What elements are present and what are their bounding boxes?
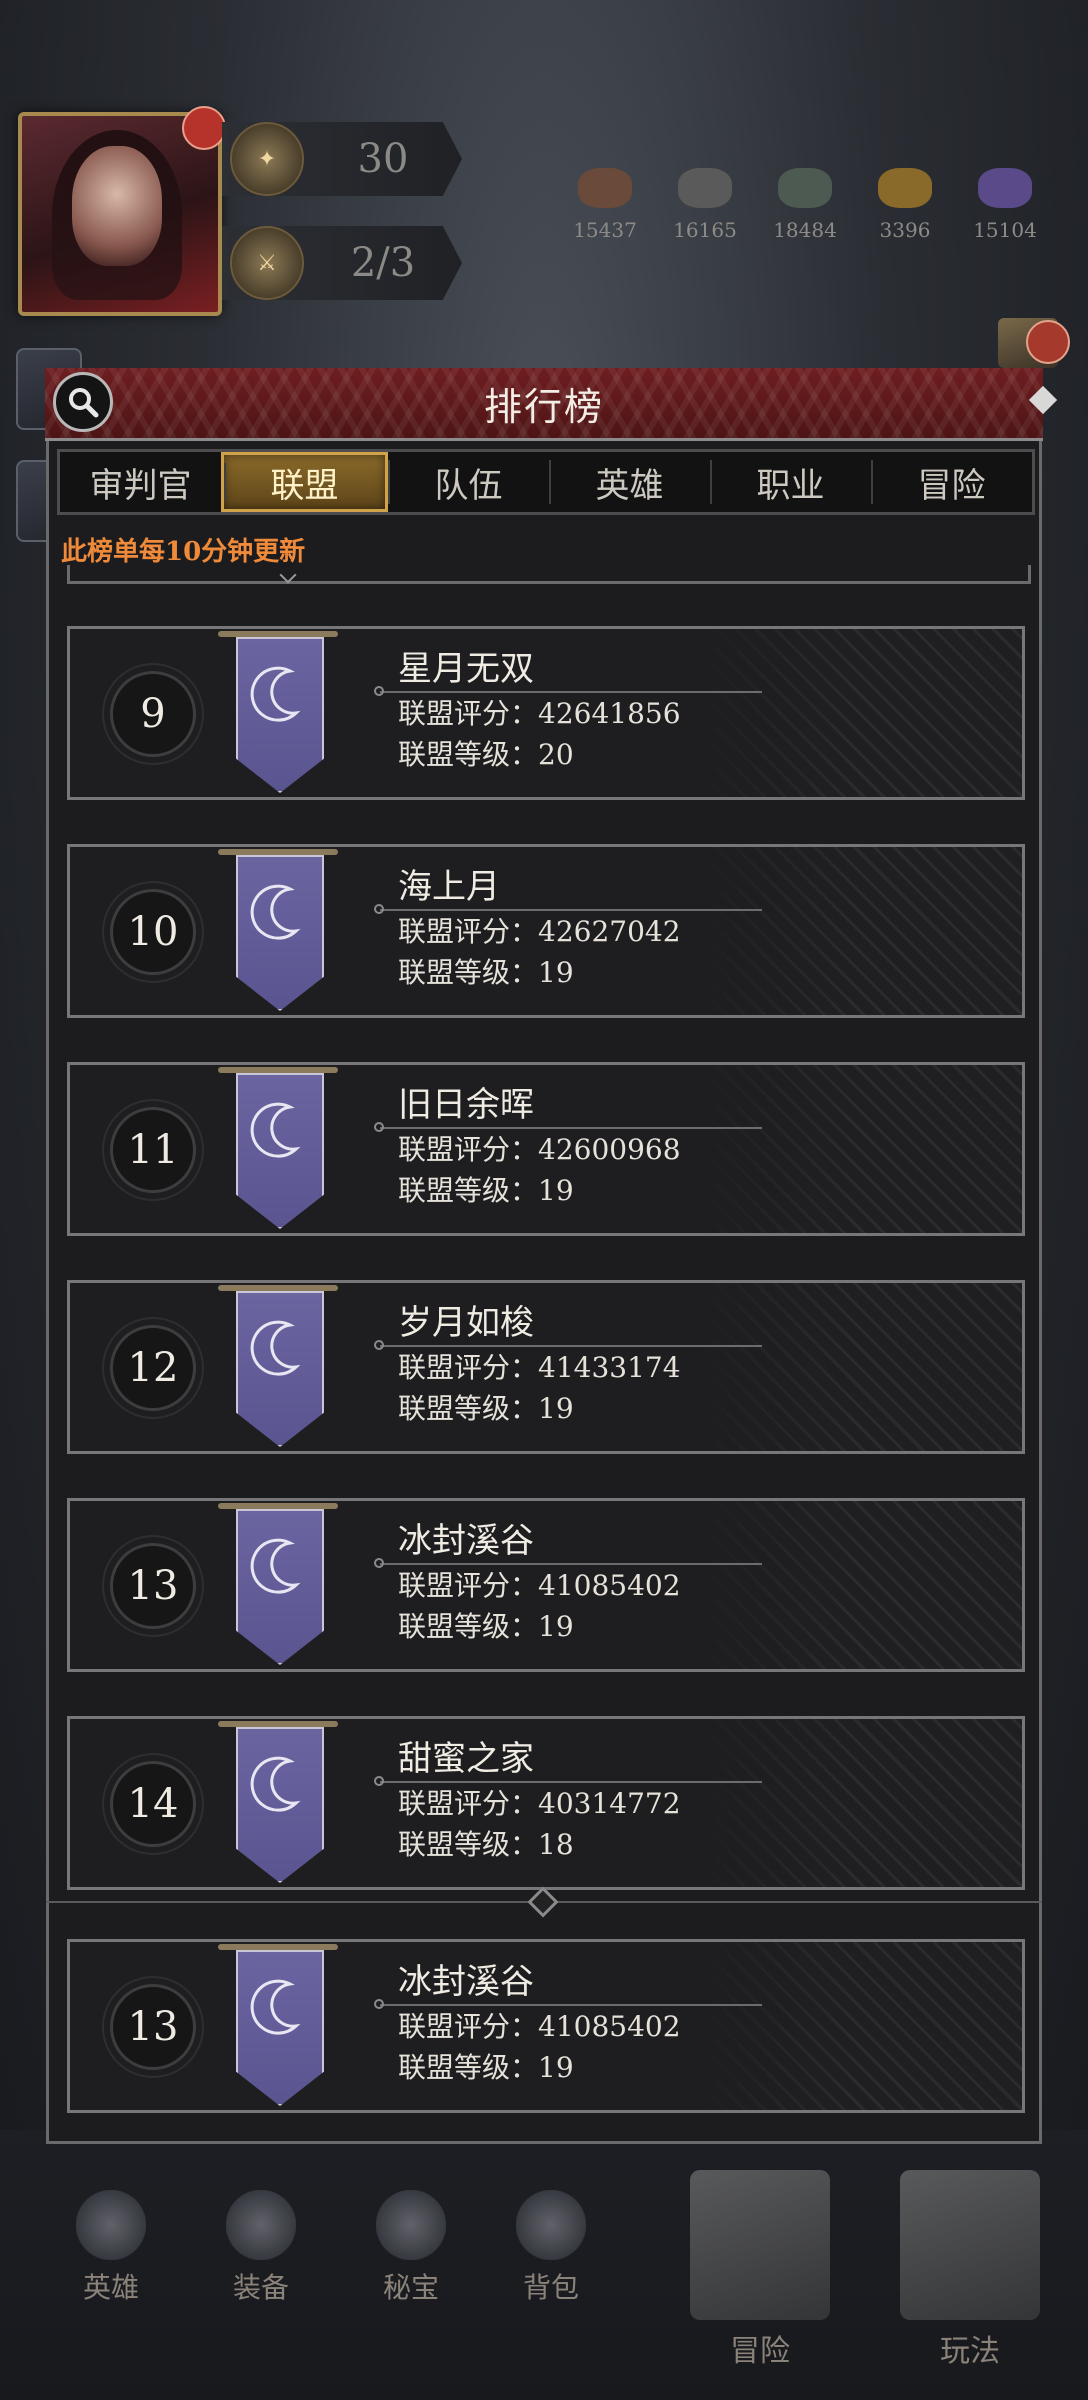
ranking-row[interactable]: 11 旧日余晖 联盟评分：42600968 联盟等级：19 xyxy=(67,1062,1025,1236)
tab-alliance[interactable]: 联盟 xyxy=(221,452,388,512)
level-value: 30 xyxy=(357,136,409,182)
alliance-name: 星月无双 xyxy=(398,649,534,689)
panel-title: 排行榜 xyxy=(483,384,604,429)
resource-stone[interactable]: 16165 xyxy=(660,158,750,242)
heroes-icon xyxy=(76,2190,146,2260)
nav-heroes[interactable]: 英雄 xyxy=(56,2190,166,2306)
alliance-banner-icon xyxy=(218,1942,338,2110)
panel-header: 排行榜 xyxy=(45,368,1058,441)
level-stat: ✦ 30 xyxy=(222,122,462,196)
alliance-level: 联盟等级：20 xyxy=(398,738,574,771)
alliance-name: 冰封溪谷 xyxy=(398,1962,534,2002)
alliance-banner-icon xyxy=(218,847,338,1015)
sword-icon xyxy=(226,2190,296,2260)
rank-number: 10 xyxy=(110,889,196,975)
tab-class[interactable]: 职业 xyxy=(710,452,871,512)
alliance-banner-icon xyxy=(218,629,338,797)
ranking-row[interactable]: 10 海上月 联盟评分：42627042 联盟等级：19 xyxy=(67,844,1025,1018)
alliance-score: 联盟评分：41085402 xyxy=(398,2010,681,2043)
alliance-name: 旧日余晖 xyxy=(398,1085,534,1125)
alliance-score: 联盟评分：42627042 xyxy=(398,915,681,948)
alliance-banner-icon xyxy=(218,1065,338,1233)
alliance-score: 联盟评分：41085402 xyxy=(398,1569,681,1602)
alliance-name: 甜蜜之家 xyxy=(398,1739,534,1779)
alliance-level: 联盟等级：19 xyxy=(398,2051,574,2084)
my-alliance-row[interactable]: 13 冰封溪谷 联盟评分：41085402 联盟等级：19 xyxy=(67,1939,1025,2113)
alliance-name: 岁月如梭 xyxy=(398,1303,534,1343)
alliance-score: 联盟评分：40314772 xyxy=(398,1787,681,1820)
stamina-icon: ⚔ xyxy=(230,226,304,300)
right-notification-badge xyxy=(1026,320,1070,364)
nav-adventure[interactable]: 冒险 xyxy=(670,2170,850,2370)
notification-badge xyxy=(182,106,226,150)
resource-gem[interactable]: 15104 xyxy=(960,158,1050,242)
alliance-level: 联盟等级：18 xyxy=(398,1828,574,1861)
rank-number: 12 xyxy=(110,1325,196,1411)
search-icon xyxy=(69,388,99,418)
stone-icon xyxy=(678,168,732,208)
alliance-banner-icon xyxy=(218,1283,338,1451)
alliance-name: 海上月 xyxy=(398,867,500,907)
rank-number: 14 xyxy=(110,1761,196,1847)
search-button[interactable] xyxy=(53,372,113,432)
alliance-level: 联盟等级：19 xyxy=(398,1174,574,1207)
self-rank-divider xyxy=(46,1886,1042,1918)
rank-number: 11 xyxy=(110,1107,196,1193)
gold-icon xyxy=(878,168,932,208)
nav-gameplay[interactable]: 玩法 xyxy=(880,2170,1060,2370)
alliance-score: 联盟评分：42641856 xyxy=(398,697,681,730)
rank-number: 13 xyxy=(110,1543,196,1629)
alliance-banner-icon xyxy=(218,1501,338,1669)
alliance-name: 冰封溪谷 xyxy=(398,1521,534,1561)
gem-icon xyxy=(978,168,1032,208)
alliance-level: 联盟等级：19 xyxy=(398,956,574,989)
chalice-icon xyxy=(376,2190,446,2260)
tab-judge[interactable]: 审判官 xyxy=(60,452,221,512)
ranking-row[interactable]: 12 岁月如梭 联盟评分：41433174 联盟等级：19 xyxy=(67,1280,1025,1454)
resource-gold[interactable]: 3396 xyxy=(860,158,950,242)
nav-equipment[interactable]: 装备 xyxy=(206,2190,316,2306)
gate-icon xyxy=(900,2170,1040,2320)
bag-icon xyxy=(516,2190,586,2260)
alliance-level: 联盟等级：19 xyxy=(398,1392,574,1425)
ranking-row[interactable]: 9 星月无双 联盟评分：42641856 联盟等级：20 xyxy=(67,626,1025,800)
tab-team[interactable]: 队伍 xyxy=(388,452,549,512)
alliance-score: 联盟评分：41433174 xyxy=(398,1351,681,1384)
chevron-down-icon xyxy=(279,566,297,584)
crossed-swords-icon xyxy=(690,2170,830,2320)
resource-crystal[interactable]: 18484 xyxy=(760,158,850,242)
previous-row-edge xyxy=(67,565,1031,584)
stamina-value: 2/3 xyxy=(350,240,416,286)
update-notice: 此榜单每10分钟更新 xyxy=(61,537,306,567)
rank-number: 9 xyxy=(110,671,196,757)
rank-number: 13 xyxy=(110,1984,196,2070)
leaderboard-panel: 排行榜 审判官 联盟 队伍 英雄 职业 冒险 此榜单每10分钟更新 9 星月无双… xyxy=(45,368,1058,2144)
alliance-banner-icon xyxy=(218,1719,338,1887)
stamina-stat: ⚔ 2/3 xyxy=(222,226,462,300)
compass-icon: ✦ xyxy=(230,122,304,196)
ranking-tabs: 审判官 联盟 队伍 英雄 职业 冒险 xyxy=(57,449,1035,515)
player-avatar[interactable] xyxy=(18,106,226,316)
tab-hero[interactable]: 英雄 xyxy=(549,452,710,512)
resource-bar: 15437 16165 18484 3396 15104 xyxy=(560,158,1070,278)
ranking-row[interactable]: 13 冰封溪谷 联盟评分：41085402 联盟等级：19 xyxy=(67,1498,1025,1672)
bottom-navigation: 英雄 装备 秘宝 背包 冒险 玩法 xyxy=(0,2130,1088,2400)
nav-treasure[interactable]: 秘宝 xyxy=(356,2190,466,2306)
alliance-level: 联盟等级：19 xyxy=(398,1610,574,1643)
tab-adventure[interactable]: 冒险 xyxy=(871,452,1032,512)
alliance-score: 联盟评分：42600968 xyxy=(398,1133,681,1166)
nav-backpack[interactable]: 背包 xyxy=(496,2190,606,2306)
ranking-row[interactable]: 14 甜蜜之家 联盟评分：40314772 联盟等级：18 xyxy=(67,1716,1025,1890)
resource-ore[interactable]: 15437 xyxy=(560,158,650,242)
crystal-icon xyxy=(778,168,832,208)
ore-icon xyxy=(578,168,632,208)
